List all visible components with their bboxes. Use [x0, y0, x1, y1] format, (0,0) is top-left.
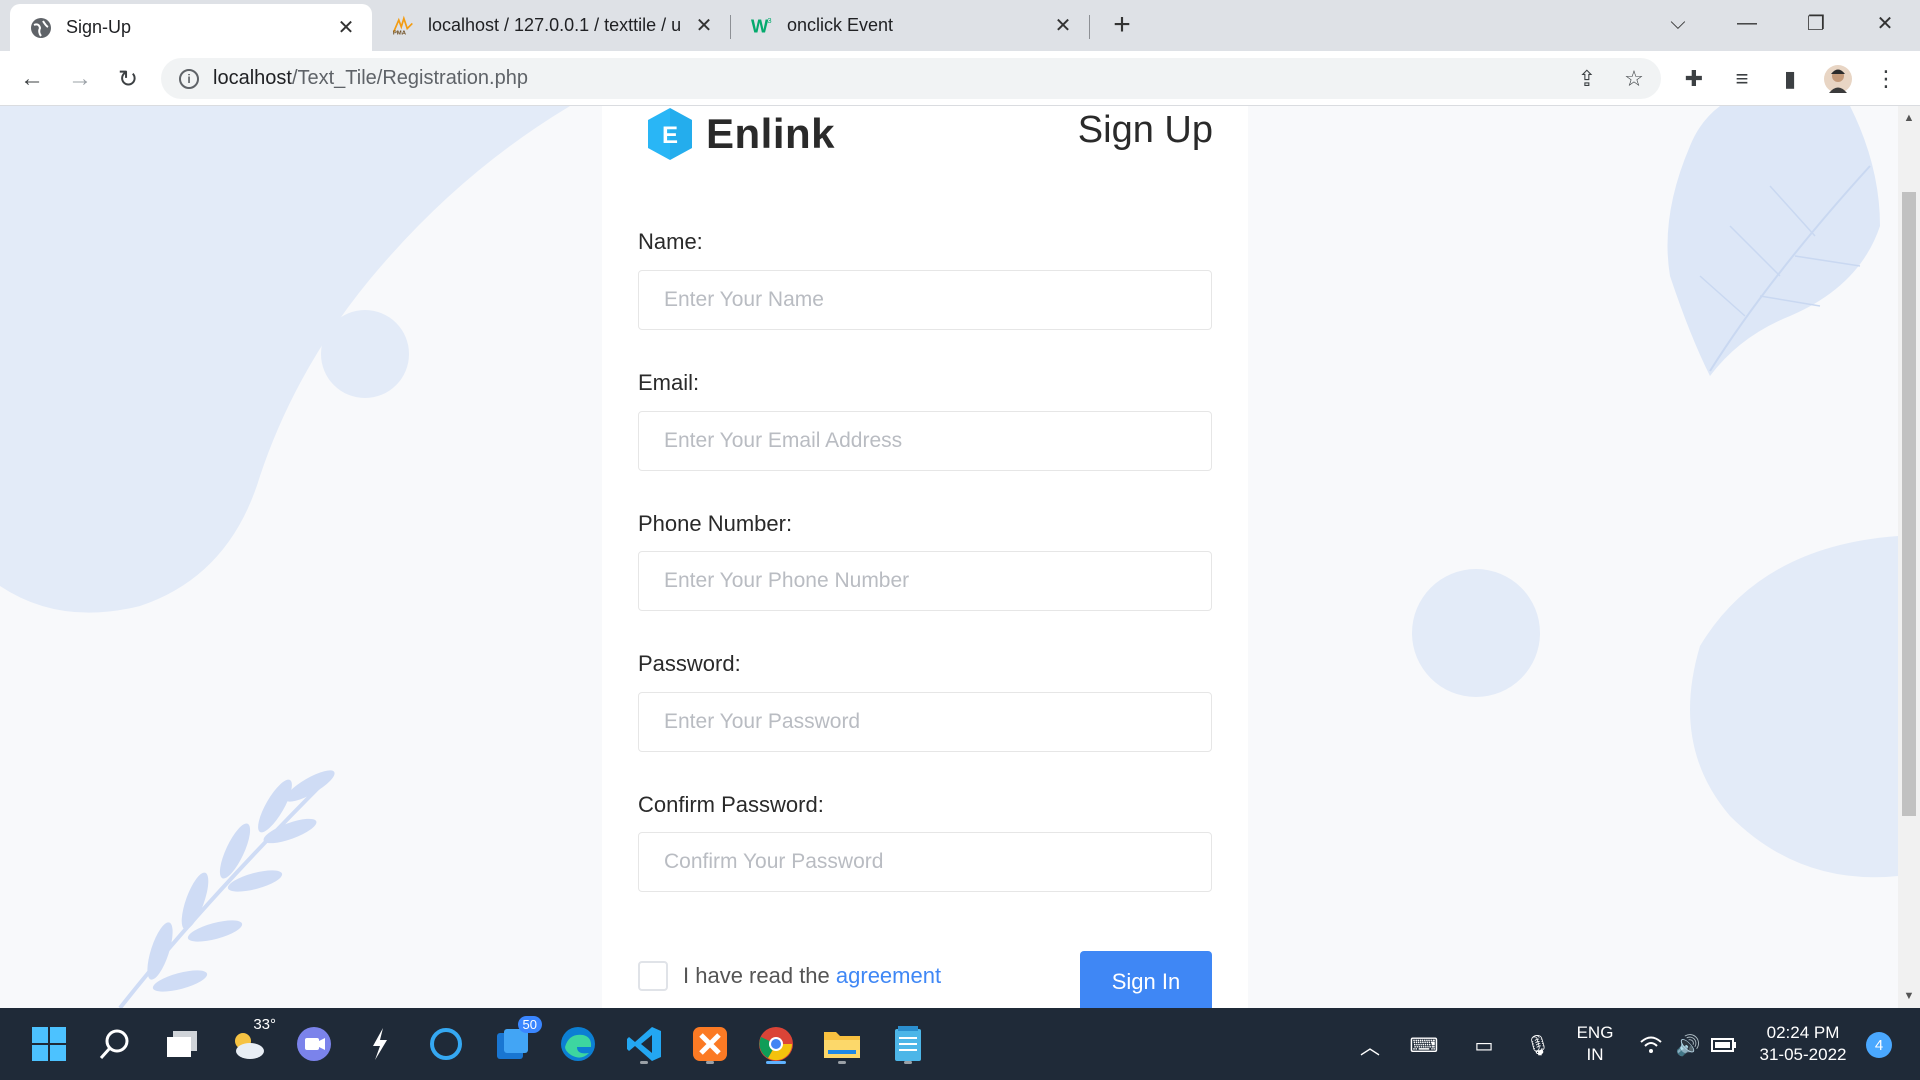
vscode-icon[interactable]: [622, 1022, 666, 1066]
restore-button[interactable]: ❐: [1796, 8, 1836, 38]
page-title: Sign Up: [1077, 109, 1213, 151]
vs-code-insiders-icon[interactable]: [358, 1022, 402, 1066]
agreement-text: I have read the agreement: [683, 963, 942, 988]
tablet-mode-icon[interactable]: ▭: [1471, 1032, 1497, 1058]
browser-tab-bar: Sign-Up ✕ PMA localhost / 127.0.0.1 / te…: [0, 0, 1920, 51]
new-tab-button[interactable]: +: [1107, 8, 1137, 41]
tab-title: localhost / 127.0.0.1 / texttile / u: [428, 15, 682, 35]
name-input[interactable]: [638, 270, 1212, 330]
running-indicator: [838, 1061, 846, 1064]
tab-phpmyadmin[interactable]: PMA localhost / 127.0.0.1 / texttile / u…: [372, 0, 730, 51]
battery-icon[interactable]: [1711, 1032, 1737, 1058]
extensions-icon[interactable]: ✚: [1680, 65, 1708, 93]
globe-icon: [30, 17, 52, 39]
touch-keyboard-icon[interactable]: ⌨: [1410, 1032, 1439, 1058]
running-indicator: [904, 1061, 912, 1064]
wifi-icon[interactable]: [1638, 1032, 1664, 1058]
edge-browser-icon[interactable]: [556, 1022, 600, 1066]
microphone-icon[interactable]: 🎙: [1525, 1032, 1551, 1058]
tab-onclick-event[interactable]: W3 onclick Event ✕: [731, 0, 1089, 51]
windows-taskbar: 33° 50 ︿ ⌨ ▭ 🎙 ENG IN 🔊 02:24 PM 31-05-2…: [0, 1008, 1920, 1080]
notification-badge: 50: [517, 1016, 542, 1033]
running-indicator: [706, 1061, 714, 1064]
phone-input[interactable]: [638, 551, 1212, 611]
weather-icon[interactable]: 33°: [226, 1016, 276, 1066]
url-text: localhost/Text_Tile/Registration.php: [213, 67, 528, 89]
volume-icon[interactable]: 🔊: [1675, 1032, 1701, 1058]
logo-hexagon-icon: E: [642, 106, 698, 162]
svg-text:W: W: [751, 15, 769, 36]
side-panel-icon[interactable]: ▮: [1776, 65, 1804, 93]
confirm-password-label: Confirm Password:: [638, 792, 824, 817]
page-viewport: E Enlink Sign Up Name: Email: Phone Numb…: [0, 106, 1898, 1008]
phone-label: Phone Number:: [638, 511, 793, 536]
signup-card: E Enlink Sign Up Name: Email: Phone Numb…: [602, 106, 1248, 1008]
tab-sign-up[interactable]: Sign-Up ✕: [10, 4, 372, 51]
language-indicator[interactable]: ENG IN: [1575, 1022, 1615, 1066]
browser-menu-icon[interactable]: ⋮: [1872, 65, 1900, 93]
sign-in-button[interactable]: Sign In: [1080, 951, 1212, 1008]
close-tab-icon[interactable]: ✕: [692, 14, 716, 38]
file-explorer-icon[interactable]: [820, 1022, 864, 1066]
scroll-up-arrow-icon[interactable]: ▲: [1903, 112, 1915, 124]
name-label: Name:: [638, 229, 703, 254]
reload-button[interactable]: ↻: [112, 63, 144, 95]
tab-divider: [1089, 15, 1090, 39]
notepad-icon[interactable]: [886, 1022, 930, 1066]
phpmyadmin-icon: PMA: [392, 15, 414, 37]
address-bar[interactable]: i localhost/Text_Tile/Registration.php: [161, 58, 1661, 99]
password-label: Password:: [638, 651, 741, 676]
browser-toolbar: ← → ↻ i localhost/Text_Tile/Registration…: [0, 51, 1920, 106]
w3schools-icon: W3: [751, 15, 773, 37]
notification-count-badge[interactable]: 4: [1866, 1032, 1892, 1058]
email-label: Email:: [638, 370, 700, 395]
windows-logo-icon: [32, 1027, 66, 1061]
site-info-icon[interactable]: i: [179, 68, 199, 89]
scroll-down-arrow-icon[interactable]: ▼: [1903, 990, 1915, 1002]
task-view-icon[interactable]: [160, 1022, 204, 1066]
scroll-thumb[interactable]: [1902, 192, 1916, 816]
tab-title: Sign-Up: [66, 17, 132, 37]
clock[interactable]: 02:24 PM 31-05-2022: [1748, 1022, 1858, 1066]
search-icon[interactable]: [93, 1022, 137, 1066]
back-button[interactable]: ←: [16, 63, 48, 95]
start-button[interactable]: [27, 1022, 71, 1066]
todo-app-icon[interactable]: 50: [490, 1016, 542, 1066]
svg-text:E: E: [662, 122, 678, 149]
confirm-password-input[interactable]: [638, 832, 1212, 892]
teams-chat-icon[interactable]: [292, 1022, 336, 1066]
close-tab-icon[interactable]: ✕: [334, 16, 358, 40]
running-indicator: [766, 1061, 786, 1064]
close-tab-icon[interactable]: ✕: [1051, 14, 1075, 38]
media-control-icon[interactable]: ≡: [1728, 65, 1756, 93]
profile-avatar[interactable]: [1824, 65, 1852, 93]
agreement-link[interactable]: agreement: [836, 963, 941, 988]
cortana-icon[interactable]: [424, 1022, 468, 1066]
share-icon[interactable]: ⇪: [1573, 65, 1601, 93]
password-input[interactable]: [638, 692, 1212, 752]
weather-temp: 33°: [253, 1016, 276, 1033]
show-hidden-icons-chevron-icon[interactable]: ︿: [1357, 1032, 1383, 1059]
forward-button[interactable]: →: [64, 63, 96, 95]
email-input[interactable]: [638, 411, 1212, 471]
running-indicator: [640, 1061, 648, 1064]
brand-name: Enlink: [706, 110, 836, 157]
page-scrollbar[interactable]: ▲ ▼: [1898, 106, 1920, 1008]
svg-text:PMA: PMA: [393, 30, 407, 36]
tab-search-icon[interactable]: ⌵: [1658, 8, 1698, 38]
tab-title: onclick Event: [787, 15, 894, 35]
minimize-button[interactable]: —: [1727, 8, 1767, 38]
brand-logo[interactable]: E Enlink: [642, 106, 835, 162]
svg-text:3: 3: [768, 16, 772, 25]
agreement-checkbox[interactable]: [638, 961, 668, 991]
chrome-icon[interactable]: [754, 1022, 798, 1066]
xampp-icon[interactable]: [688, 1022, 732, 1066]
close-window-button[interactable]: ✕: [1865, 8, 1905, 38]
bookmark-star-icon[interactable]: ☆: [1620, 65, 1648, 93]
